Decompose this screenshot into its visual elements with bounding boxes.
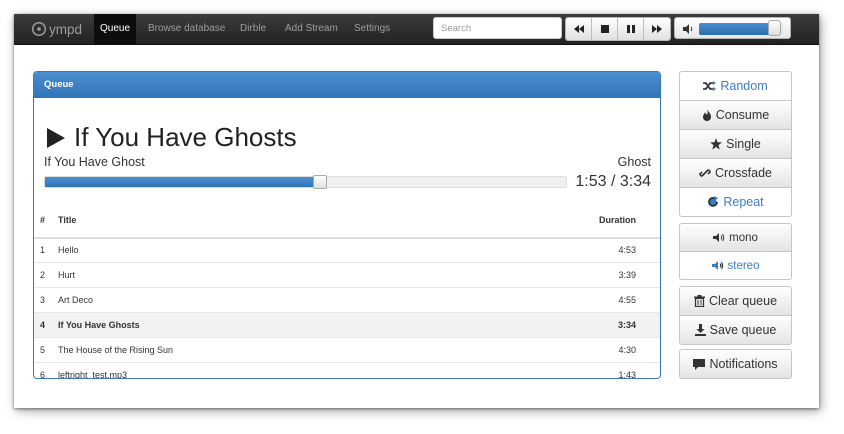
row-number: 5 [40, 345, 46, 355]
row-duration: 4:53 [618, 245, 636, 255]
row-title: If You Have Ghosts [58, 320, 140, 330]
fire-icon [702, 109, 711, 121]
nav-add-stream[interactable]: Add Stream [285, 14, 338, 44]
nav-browse-database[interactable]: Browse database [148, 14, 225, 44]
stop-button[interactable] [592, 18, 618, 40]
previous-icon [573, 25, 584, 33]
queue-table: 1 Hello 4:53 2 Hurt 3:39 3 Art Deco 4:55… [34, 238, 660, 379]
row-number: 1 [40, 245, 46, 255]
stereo-button[interactable]: stereo [679, 251, 792, 280]
notifications-button[interactable]: Notifications [679, 349, 792, 379]
queue-buttons: Clear queue Save queue [679, 286, 792, 345]
volume-handle[interactable] [768, 20, 781, 36]
notifications-label: Notifications [709, 357, 778, 371]
now-playing-album: Ghost [617, 155, 651, 169]
row-duration: 3:39 [618, 270, 636, 280]
row-title: Hurt [58, 270, 76, 280]
row-title: leftright_test.mp3 [58, 370, 128, 379]
volume-control [674, 17, 791, 39]
pause-button[interactable] [618, 18, 644, 40]
channel-buttons: mono stereo [679, 223, 792, 280]
mono-button[interactable]: mono [679, 223, 792, 252]
row-number: 3 [40, 295, 46, 305]
row-duration: 3:34 [617, 320, 636, 330]
row-title: Hello [58, 245, 79, 255]
single-button[interactable]: Single [679, 129, 792, 159]
next-button[interactable] [644, 18, 670, 40]
play-icon [47, 127, 65, 148]
comment-icon [693, 358, 706, 370]
speaker-icon [711, 261, 723, 270]
notifications-group: Notifications [679, 349, 792, 379]
progress-fill [45, 177, 320, 187]
row-title: The House of the Rising Sun [58, 345, 174, 355]
column-title: Title [58, 215, 77, 225]
crossfade-label: Crossfade [715, 166, 772, 180]
table-header: # Title Duration [34, 215, 660, 239]
random-label: Random [720, 79, 768, 93]
table-row[interactable]: 6 leftright_test.mp3 1:43 [34, 363, 660, 379]
speaker-icon [713, 233, 725, 242]
table-row[interactable]: 3 Art Deco 4:55 [34, 288, 660, 313]
elapsed-time: 1:53 / 3:34 [575, 173, 651, 190]
save-queue-label: Save queue [709, 323, 777, 337]
row-duration: 4:30 [618, 345, 636, 355]
clear-queue-label: Clear queue [708, 294, 778, 308]
panel-heading: Queue [34, 72, 660, 98]
random-button[interactable]: Random [679, 71, 792, 101]
row-duration: 1:43 [618, 370, 636, 379]
nav-queue[interactable]: Queue [94, 14, 137, 44]
volume-icon [683, 24, 693, 34]
consume-label: Consume [715, 108, 770, 122]
download-icon [694, 324, 706, 336]
player-controls [565, 17, 671, 41]
trash-icon [693, 295, 705, 307]
mono-label: mono [729, 231, 758, 244]
repeat-button[interactable]: Repeat [679, 187, 792, 217]
pause-icon [626, 25, 635, 33]
consume-button[interactable]: Consume [679, 100, 792, 130]
stop-icon [600, 25, 609, 33]
link-icon [699, 169, 711, 177]
nav-dirble[interactable]: Dirble [240, 14, 266, 44]
crossfade-button[interactable]: Crossfade [679, 158, 792, 188]
table-row[interactable]: 1 Hello 4:53 [34, 238, 660, 263]
volume-fill [699, 23, 770, 35]
save-queue-button[interactable]: Save queue [679, 315, 792, 345]
row-duration: 4:55 [618, 295, 636, 305]
clear-queue-button[interactable]: Clear queue [679, 286, 792, 316]
row-number: 6 [40, 370, 46, 379]
progress-bar[interactable] [44, 175, 567, 189]
next-icon [652, 25, 662, 33]
brand-name: ympd [49, 21, 83, 37]
row-number: 2 [40, 270, 46, 280]
mode-buttons: Random Consume Single Crossfade Repeat [679, 71, 792, 217]
now-playing-title-text: If You Have Ghosts [74, 122, 297, 152]
repeat-icon [708, 196, 719, 207]
table-row[interactable]: 4 If You Have Ghosts 3:34 [34, 313, 660, 338]
brand[interactable]: ympd [31, 20, 82, 38]
column-number: # [40, 215, 46, 225]
column-duration: Duration [599, 215, 636, 225]
search-input[interactable] [433, 17, 562, 39]
now-playing-title: If You Have Ghosts [46, 122, 297, 153]
table-row[interactable]: 5 The House of the Rising Sun 4:30 [34, 338, 660, 363]
star-icon [710, 138, 723, 150]
repeat-label: Repeat [723, 195, 764, 209]
shuffle-icon [703, 81, 717, 91]
table-row[interactable]: 2 Hurt 3:39 [34, 263, 660, 288]
navbar: ympd Queue Browse database Dirble Add St… [14, 14, 819, 45]
disc-icon [31, 21, 47, 37]
app-window: ympd Queue Browse database Dirble Add St… [14, 14, 819, 408]
progress-handle[interactable] [313, 175, 327, 189]
nav-settings[interactable]: Settings [354, 14, 390, 44]
row-number: 4 [40, 320, 46, 330]
previous-button[interactable] [566, 18, 592, 40]
row-title: Art Deco [58, 295, 94, 305]
now-playing-artist: If You Have Ghost [44, 155, 145, 169]
single-label: Single [726, 137, 761, 151]
stereo-label: stereo [727, 259, 760, 272]
queue-panel: Queue If You Have Ghosts If You Have Gho… [33, 71, 661, 379]
